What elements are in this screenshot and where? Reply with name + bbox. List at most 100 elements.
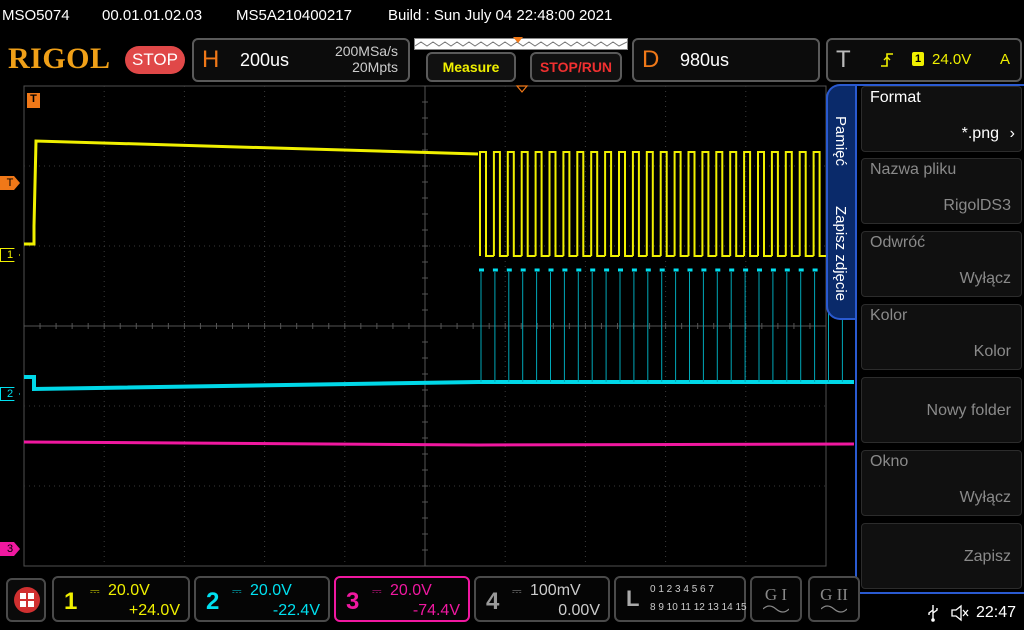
sine-wave-icon — [821, 605, 847, 613]
ch1-waveform — [24, 139, 479, 246]
ch4-number: 4 — [486, 588, 500, 615]
menu-item-color[interactable]: Kolor Kolor — [861, 304, 1022, 370]
trigger-level: 24.0V — [932, 51, 972, 68]
generator-1-button[interactable]: G I — [750, 576, 802, 622]
main-menu-button[interactable] — [6, 578, 46, 622]
waveform-display[interactable] — [0, 84, 856, 572]
clock-time: 22:47 — [976, 604, 1017, 621]
ch1-pulse — [701, 151, 717, 257]
ch1-pulse — [576, 151, 592, 257]
ch2-scale: 20.0V — [250, 582, 292, 599]
run-state-badge[interactable]: STOP — [125, 46, 185, 74]
ch1-pulse — [743, 151, 758, 257]
trigger-mode: A — [1000, 51, 1011, 68]
ch4-scale: 100mV — [530, 582, 581, 599]
tab-memory[interactable]: Pamięć — [832, 116, 849, 166]
rigol-logo: RIGOL — [8, 42, 111, 75]
trigger-panel[interactable]: T 1 24.0V A — [826, 38, 1022, 82]
ch3-panel[interactable]: 3 ⎓ 20.0V -74.4V — [334, 576, 470, 622]
logic-channels-row2: 8 9 10 11 12 13 14 15 — [650, 602, 747, 613]
ch1-pulse — [757, 151, 772, 257]
format-value: *.png — [961, 125, 999, 142]
ch1-pulse — [645, 151, 661, 257]
ch2-panel[interactable]: 2 ⎓ 20.0V -22.4V — [194, 576, 330, 622]
ch1-pulse — [618, 151, 633, 257]
invert-label: Odwróć — [870, 234, 926, 251]
color-label: Kolor — [870, 307, 908, 324]
center-axis-ticks — [23, 85, 827, 567]
invert-value: Wyłącz — [959, 270, 1011, 287]
menu-tab-column: Pamięć Zapisz zdjęcie — [826, 84, 855, 320]
ch1-pulse — [534, 151, 550, 257]
ch1-pulse — [562, 151, 578, 257]
filename-value: RigolDS3 — [943, 197, 1011, 214]
ch1-pulse — [506, 151, 522, 257]
header-bar: RIGOL STOP H 200us 200MSa/s 20Mpts Measu… — [0, 32, 1024, 86]
title-bar: MSO5074 00.01.01.02.03 MS5A210400217 Bui… — [0, 0, 1024, 32]
sine-wave-icon — [763, 605, 789, 613]
stop-run-button[interactable]: STOP/RUN — [530, 52, 622, 82]
logic-channels-row1: 0 1 2 3 4 5 6 7 — [650, 584, 714, 595]
ch1-number: 1 — [64, 588, 78, 615]
ch4-panel[interactable]: 4 ⎓ 100mV 0.00V — [474, 576, 610, 622]
ch3-offset: -74.4V — [412, 602, 460, 619]
logic-panel[interactable]: L 0 1 2 3 4 5 6 7 8 9 10 11 12 13 14 15 — [614, 576, 747, 622]
new-folder-label: Nowy folder — [926, 402, 1011, 419]
usb-icon — [928, 605, 938, 622]
trigger-time-marker[interactable] — [515, 85, 529, 93]
ch1-pulse — [729, 151, 745, 257]
ch1-pulse-train — [479, 151, 856, 257]
ch1-pulse — [715, 151, 731, 257]
ch1-offset: +24.0V — [128, 602, 180, 619]
timebase-value: 200us — [240, 50, 290, 70]
g2-label: G II — [820, 585, 848, 604]
memory-position-bar — [414, 37, 628, 50]
ch1-panel[interactable]: 1 ⎓ 20.0V +24.0V — [52, 576, 190, 622]
sample-rate: 200MSa/s — [334, 43, 398, 59]
ch3-number: 3 — [346, 588, 360, 615]
ch2-waveform — [24, 375, 854, 392]
delay-value: 980us — [680, 50, 730, 70]
menu-item-invert[interactable]: Odwróć Wyłącz — [861, 231, 1022, 297]
trigger-position-icon — [513, 37, 523, 43]
dc-coupling-icon: ⎓ — [372, 584, 382, 598]
horizontal-panel[interactable]: H 200us 200MSa/s 20Mpts — [192, 38, 410, 82]
measure-button[interactable]: Measure — [426, 52, 516, 82]
delay-letter: D — [642, 46, 660, 73]
firmware-version: 00.01.01.02.03 — [102, 7, 203, 24]
trigger-time-badge: T — [27, 93, 40, 108]
ch1-pulse — [520, 151, 536, 257]
dc-coupling-icon: ⎓ — [90, 584, 100, 598]
ch1-pulse — [479, 151, 494, 257]
menu-item-format[interactable]: Format *.png › — [861, 86, 1022, 152]
ch2-number: 2 — [206, 588, 220, 615]
menu-item-filename[interactable]: Nazwa pliku RigolDS3 — [861, 158, 1022, 224]
tab-save-screenshot[interactable]: Zapisz zdjęcie — [832, 206, 849, 301]
delay-panel[interactable]: D 980us — [632, 38, 820, 82]
ch1-pulse — [590, 151, 606, 257]
ch1-pulse — [659, 151, 675, 257]
menu-item-save[interactable]: Zapisz — [861, 523, 1022, 589]
memory-depth: 20Mpts — [352, 59, 398, 75]
ch1-pulse — [604, 151, 619, 257]
ch1-scale: 20.0V — [108, 582, 150, 599]
ch4-offset: 0.00V — [558, 602, 600, 619]
speaker-muted-icon[interactable] — [950, 604, 970, 622]
window-label: Okno — [870, 453, 909, 470]
generator-2-button[interactable]: G II — [808, 576, 860, 622]
ch3-waveform — [23, 440, 855, 447]
color-value: Kolor — [973, 343, 1011, 360]
ch1-pulse — [548, 151, 564, 257]
ch1-pulse — [673, 151, 689, 257]
chevron-right-icon: › — [1009, 125, 1015, 142]
window-value: Wyłącz — [959, 489, 1011, 506]
model-name: MSO5074 — [2, 7, 70, 24]
menu-item-window[interactable]: Okno Wyłącz — [861, 450, 1022, 516]
dc-coupling-icon: ⎓ — [512, 584, 522, 598]
menu-grid-icon — [14, 587, 40, 613]
rising-edge-icon — [881, 53, 893, 67]
menu-item-new-folder[interactable]: Nowy folder — [861, 377, 1022, 443]
save-menu-panel: Format *.png › Nazwa pliku RigolDS3 Odwr… — [855, 84, 1024, 594]
ch1-pulse — [798, 151, 814, 257]
format-label: Format — [870, 89, 921, 106]
